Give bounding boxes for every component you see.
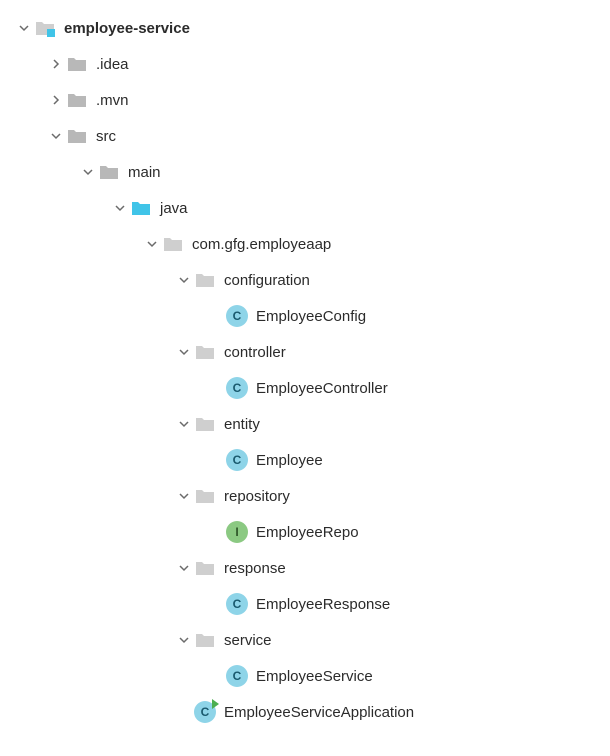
run-badge-icon	[212, 699, 219, 709]
class-icon: C	[226, 449, 248, 471]
folder-icon	[66, 53, 88, 75]
tree-node-java[interactable]: java	[0, 190, 610, 226]
chevron-down-icon[interactable]	[174, 342, 194, 362]
tree-node-root[interactable]: employee-service	[0, 10, 610, 46]
tree-label: EmployeeService	[256, 668, 373, 685]
tree-label: configuration	[224, 272, 310, 289]
tree-node-employee-service[interactable]: C EmployeeService	[0, 658, 610, 694]
tree-label: com.gfg.employeaap	[192, 236, 331, 253]
folder-icon	[98, 161, 120, 183]
runnable-class-icon: C	[194, 701, 216, 723]
class-icon: C	[226, 305, 248, 327]
tree-node-idea[interactable]: .idea	[0, 46, 610, 82]
class-icon: C	[226, 665, 248, 687]
tree-label: service	[224, 632, 272, 649]
tree-label: response	[224, 560, 286, 577]
tree-node-repository[interactable]: repository	[0, 478, 610, 514]
tree-node-main[interactable]: main	[0, 154, 610, 190]
tree-label: employee-service	[64, 20, 190, 37]
folder-icon	[66, 125, 88, 147]
tree-label: EmployeeController	[256, 380, 388, 397]
class-icon: C	[226, 377, 248, 399]
tree-label: java	[160, 200, 188, 217]
tree-node-mvn[interactable]: .mvn	[0, 82, 610, 118]
chevron-down-icon[interactable]	[78, 162, 98, 182]
chevron-down-icon[interactable]	[142, 234, 162, 254]
tree-node-controller[interactable]: controller	[0, 334, 610, 370]
module-folder-icon	[34, 17, 56, 39]
tree-label: .mvn	[96, 92, 129, 109]
class-icon: C	[226, 593, 248, 615]
package-icon	[194, 341, 216, 363]
package-icon	[194, 413, 216, 435]
chevron-down-icon[interactable]	[174, 270, 194, 290]
project-tree: employee-service .idea .mvn src	[0, 10, 610, 730]
package-icon	[162, 233, 184, 255]
tree-node-src[interactable]: src	[0, 118, 610, 154]
tree-node-service[interactable]: service	[0, 622, 610, 658]
interface-icon: I	[226, 521, 248, 543]
tree-node-employee-repo[interactable]: I EmployeeRepo	[0, 514, 610, 550]
chevron-right-icon[interactable]	[46, 90, 66, 110]
chevron-down-icon[interactable]	[174, 414, 194, 434]
tree-label: entity	[224, 416, 260, 433]
tree-label: Employee	[256, 452, 323, 469]
chevron-down-icon[interactable]	[174, 486, 194, 506]
chevron-down-icon[interactable]	[46, 126, 66, 146]
tree-node-application[interactable]: C EmployeeServiceApplication	[0, 694, 610, 730]
tree-label: EmployeeServiceApplication	[224, 704, 414, 721]
tree-label: src	[96, 128, 116, 145]
package-icon	[194, 269, 216, 291]
chevron-down-icon[interactable]	[110, 198, 130, 218]
tree-label: EmployeeRepo	[256, 524, 359, 541]
source-folder-icon	[130, 197, 152, 219]
tree-node-employee-response[interactable]: C EmployeeResponse	[0, 586, 610, 622]
tree-label: controller	[224, 344, 286, 361]
tree-node-configuration[interactable]: configuration	[0, 262, 610, 298]
tree-node-package[interactable]: com.gfg.employeaap	[0, 226, 610, 262]
tree-node-employee[interactable]: C Employee	[0, 442, 610, 478]
package-icon	[194, 485, 216, 507]
tree-label: repository	[224, 488, 290, 505]
tree-label: EmployeeResponse	[256, 596, 390, 613]
tree-label: EmployeeConfig	[256, 308, 366, 325]
chevron-right-icon[interactable]	[46, 54, 66, 74]
chevron-down-icon[interactable]	[174, 558, 194, 578]
tree-node-employee-controller[interactable]: C EmployeeController	[0, 370, 610, 406]
folder-icon	[66, 89, 88, 111]
package-icon	[194, 557, 216, 579]
tree-label: .idea	[96, 56, 129, 73]
tree-label: main	[128, 164, 161, 181]
chevron-down-icon[interactable]	[14, 18, 34, 38]
tree-node-entity[interactable]: entity	[0, 406, 610, 442]
package-icon	[194, 629, 216, 651]
tree-node-response[interactable]: response	[0, 550, 610, 586]
tree-node-employee-config[interactable]: C EmployeeConfig	[0, 298, 610, 334]
chevron-down-icon[interactable]	[174, 630, 194, 650]
